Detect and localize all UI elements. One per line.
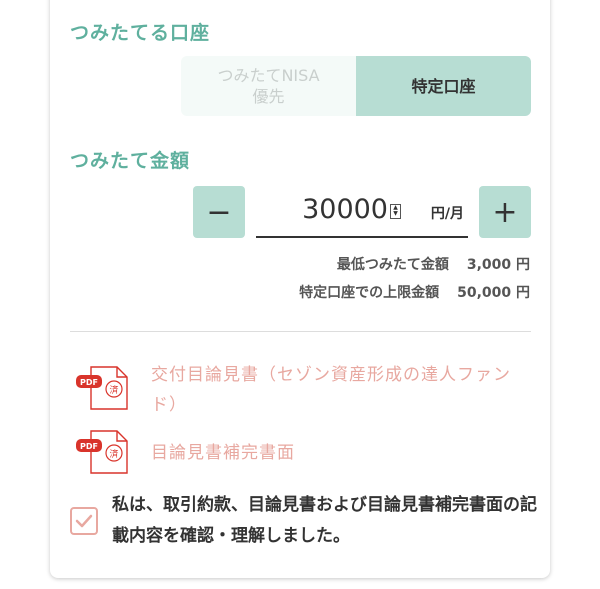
maximum-amount-row: 特定口座での上限金額 50,000 円 — [299, 282, 530, 302]
spinner-arrows[interactable]: ▲ ▼ — [390, 204, 401, 219]
divider — [70, 331, 531, 332]
account-selector: つみたてNISA 優先 特定口座 — [181, 56, 531, 116]
option-tokutei-account-label: 特定口座 — [411, 76, 476, 96]
amount-input[interactable]: 30000 ▲ ▼ 円/月 — [256, 186, 468, 238]
minimum-amount-label: 最低つみたて金額 — [336, 257, 449, 273]
pdf-icon[interactable]: PDF 済 — [75, 364, 131, 412]
amount-section-title: つみたて金額 — [70, 150, 191, 172]
pdf-badge-text: PDF — [80, 378, 98, 387]
prospectus-link[interactable]: 交付目論見書（セゾン資産形成の達人ファンド） — [151, 360, 536, 420]
option-tokutei-account[interactable]: 特定口座 — [356, 56, 531, 116]
pdf-badge-text: PDF — [80, 442, 98, 451]
maximum-amount-value: 50,000 円 — [457, 285, 530, 301]
amount-value: 30000 — [302, 194, 388, 225]
checkmark-icon — [75, 514, 93, 528]
maximum-amount-label: 特定口座での上限金額 — [299, 285, 440, 301]
account-section-title: つみたてる口座 — [70, 22, 211, 44]
consent-checkbox[interactable] — [70, 507, 98, 535]
minimum-amount-row: 最低つみたて金額 3,000 円 — [337, 254, 530, 274]
option-tsumitate-nisa[interactable]: つみたてNISA 優先 — [181, 56, 356, 116]
prospectus-supplement-link[interactable]: 目論見書補完書面 — [151, 438, 536, 468]
increase-amount-button[interactable]: + — [479, 186, 531, 238]
read-stamp-text: 済 — [109, 384, 118, 396]
pdf-icon[interactable]: PDF 済 — [75, 428, 131, 476]
option-tsumitate-nisa-label: つみたてNISA 優先 — [217, 66, 320, 106]
spin-down-icon: ▼ — [393, 210, 398, 217]
read-stamp-text: 済 — [109, 448, 118, 460]
minimum-amount-value: 3,000 円 — [466, 257, 530, 273]
consent-text: 私は、取引約款、目論見書および目論見書補完書面の記載内容を確認・理解しました。 — [112, 495, 537, 546]
amount-unit: 円/月 — [430, 206, 464, 222]
decrease-amount-button[interactable]: − — [193, 186, 245, 238]
minus-icon: − — [206, 194, 232, 230]
plus-icon: + — [492, 194, 518, 230]
